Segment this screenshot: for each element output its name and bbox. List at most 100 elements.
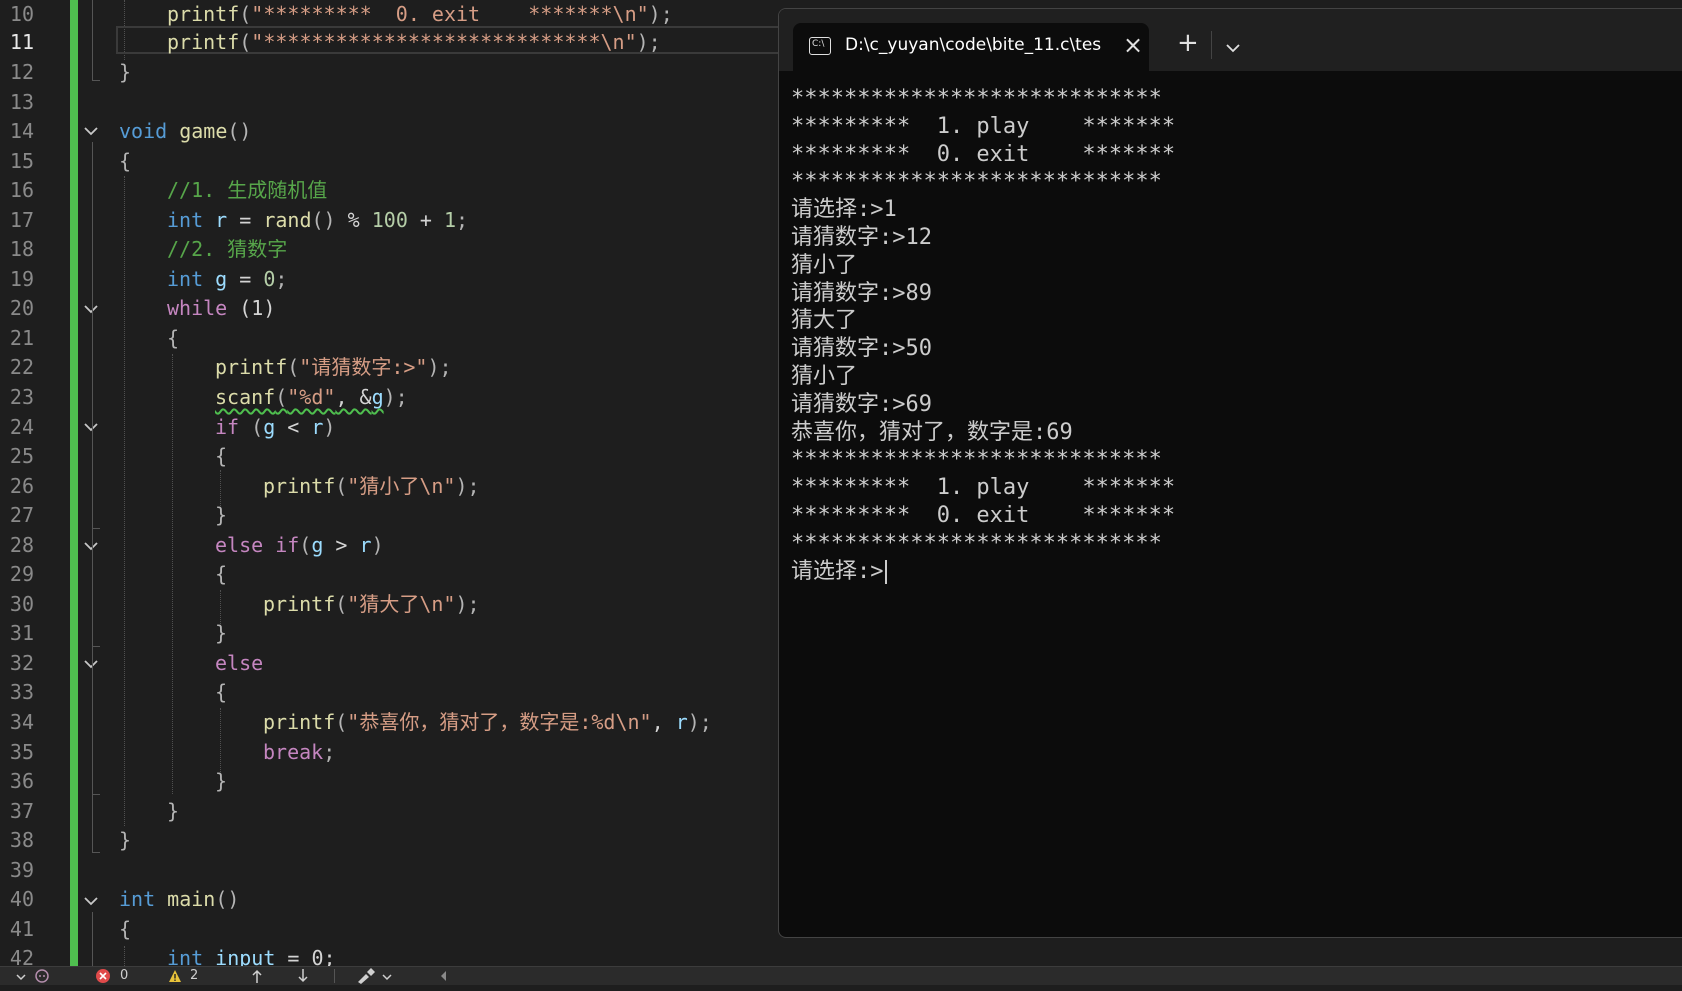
- code-function: scanf: [215, 385, 276, 409]
- change-tracking-bar: [70, 0, 78, 966]
- terminal-icon: C:\: [809, 37, 831, 55]
- code-line[interactable]: if (g < r): [215, 413, 335, 443]
- terminal-titlebar: C:\ D:\c_yuyan\code\bite_11.c\tes × +: [779, 9, 1682, 71]
- warning-icon[interactable]: [168, 969, 182, 987]
- terminal-tab[interactable]: C:\ D:\c_yuyan\code\bite_11.c\tes ×: [793, 23, 1149, 71]
- code-line[interactable]: break;: [263, 738, 335, 768]
- code-variable: r: [675, 710, 688, 734]
- code-line[interactable]: printf("恭喜你，猜对了，数字是:%d\n", r);: [263, 708, 712, 738]
- terminal-line: ****************************: [791, 169, 1162, 195]
- chevron-down-icon[interactable]: [84, 539, 98, 553]
- chevron-down-icon[interactable]: [84, 657, 98, 671]
- code-string: "恭喜你，猜对了，数字是:%d\n": [347, 710, 652, 734]
- fold-outline: [92, 0, 93, 80]
- code-line[interactable]: int input = 0;: [167, 944, 336, 966]
- chevron-down-icon[interactable]: [16, 967, 26, 985]
- code-comment: //2. 猜数字: [167, 237, 288, 261]
- code-punct: (: [275, 385, 288, 409]
- code-punct: (): [215, 887, 240, 911]
- code-punct: );: [687, 710, 712, 734]
- code-line[interactable]: printf("****************************\n")…: [167, 28, 661, 58]
- chevron-left-icon[interactable]: [438, 967, 448, 985]
- code-punct: ,: [651, 710, 676, 734]
- line-number-gutter: 10 11 12 13 14 15 16 17 18 19 20 21 22 2…: [0, 0, 70, 966]
- error-icon[interactable]: [96, 969, 110, 987]
- terminal-line: 请猜数字:>50: [791, 336, 932, 362]
- plus-icon[interactable]: +: [1177, 30, 1199, 56]
- code-line[interactable]: }: [119, 58, 131, 88]
- code-string: "请猜数字:>": [299, 355, 428, 379]
- code-line[interactable]: int main(): [119, 885, 239, 915]
- code-punct: );: [383, 385, 408, 409]
- code-punct: (: [239, 415, 264, 439]
- code-line[interactable]: printf("********* 0. exit *******\n");: [167, 0, 673, 30]
- terminal-line: 请猜数字:>69: [791, 391, 932, 417]
- code-line[interactable]: while (1): [167, 294, 275, 324]
- code-line[interactable]: {: [215, 678, 227, 708]
- line-number: 34: [9, 710, 34, 734]
- error-count[interactable]: 0: [120, 967, 128, 985]
- text-cursor: [884, 559, 887, 584]
- arrow-up-icon[interactable]: [250, 967, 264, 985]
- chevron-down-icon[interactable]: [84, 420, 98, 434]
- code-punct: (: [299, 533, 312, 557]
- code-punct: (): [311, 208, 336, 232]
- terminal-prompt-line[interactable]: 请选择:>: [791, 558, 1671, 586]
- code-line[interactable]: }: [215, 501, 227, 531]
- chevron-down-icon[interactable]: [84, 302, 98, 316]
- code-brace: }: [119, 60, 132, 84]
- chevron-down-icon[interactable]: [84, 124, 98, 138]
- code-line[interactable]: int r = rand() % 100 + 1;: [167, 206, 468, 236]
- line-number: 13: [9, 90, 34, 114]
- brush-icon[interactable]: [356, 968, 376, 986]
- line-number: 10: [9, 2, 34, 26]
- code-line[interactable]: void game(): [119, 117, 251, 147]
- code-line[interactable]: scanf("%d", &g);: [215, 383, 408, 413]
- code-condition: (1): [227, 296, 276, 320]
- code-line[interactable]: else: [215, 649, 263, 679]
- code-function: printf: [167, 30, 240, 54]
- line-number: 12: [9, 60, 34, 84]
- code-brace: {: [215, 680, 228, 704]
- code-line[interactable]: }: [119, 826, 131, 856]
- line-number: 36: [9, 769, 34, 793]
- code-line[interactable]: {: [215, 560, 227, 590]
- code-line[interactable]: }: [215, 767, 227, 797]
- line-number: 26: [9, 474, 34, 498]
- terminal-window[interactable]: C:\ D:\c_yuyan\code\bite_11.c\tes × + **…: [778, 8, 1682, 938]
- copilot-icon[interactable]: [34, 968, 50, 986]
- code-line[interactable]: printf("请猜数字:>");: [215, 353, 452, 383]
- code-line[interactable]: else if(g > r): [215, 531, 384, 561]
- code-editor[interactable]: 10 11 12 13 14 15 16 17 18 19 20 21 22 2…: [0, 0, 790, 966]
- code-punct: ;: [456, 208, 469, 232]
- code-line[interactable]: {: [215, 442, 227, 472]
- code-line[interactable]: //1. 生成随机值: [167, 176, 327, 206]
- arrow-down-icon[interactable]: [296, 967, 310, 985]
- code-line[interactable]: {: [119, 915, 131, 945]
- warning-count[interactable]: 2: [190, 967, 198, 985]
- code-brace: {: [215, 444, 228, 468]
- code-variable: input: [215, 946, 276, 966]
- code-line[interactable]: }: [215, 619, 227, 649]
- chevron-down-icon[interactable]: [84, 894, 98, 908]
- terminal-line: ****************************: [791, 86, 1162, 111]
- code-line[interactable]: }: [167, 797, 179, 827]
- chevron-down-icon[interactable]: [1225, 39, 1241, 58]
- fold-outline-end: [92, 794, 100, 795]
- code-line[interactable]: //2. 猜数字: [167, 235, 287, 265]
- code-punct: (: [287, 355, 300, 379]
- code-line[interactable]: printf("猜小了\n");: [263, 472, 480, 502]
- code-brace: {: [119, 149, 132, 173]
- terminal-output[interactable]: **************************** ********* 1…: [791, 85, 1671, 585]
- code-line[interactable]: {: [167, 324, 179, 354]
- code-line[interactable]: {: [119, 147, 131, 177]
- code-line[interactable]: printf("猜大了\n");: [263, 590, 480, 620]
- fold-outline: [92, 912, 93, 966]
- close-icon[interactable]: ×: [1123, 33, 1143, 57]
- line-number: 17: [9, 208, 34, 232]
- terminal-line: ********* 0. exit *******: [791, 502, 1176, 528]
- code-line[interactable]: int g = 0;: [167, 265, 287, 295]
- chevron-down-icon[interactable]: [382, 967, 392, 985]
- code-variable: g: [215, 267, 228, 291]
- terminal-line: ****************************: [791, 530, 1162, 556]
